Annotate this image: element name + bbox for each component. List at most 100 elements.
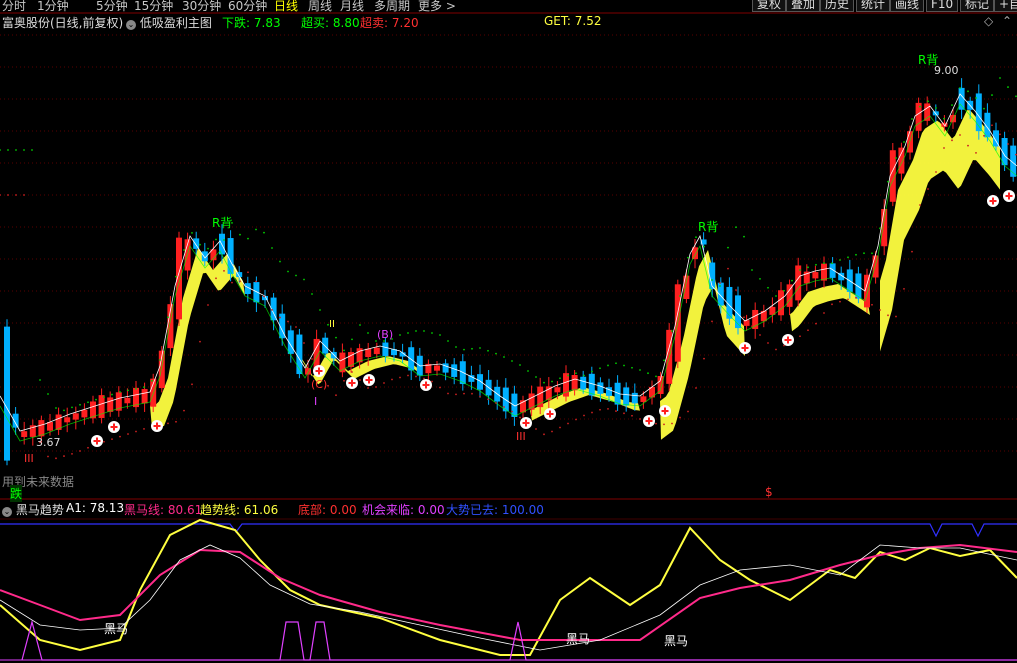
support-dot <box>183 409 185 412</box>
kline-chart[interactable] <box>0 0 1017 663</box>
candle-body <box>786 284 793 307</box>
support-dot <box>983 134 985 137</box>
low-price-label: 3.67 <box>36 436 61 449</box>
indicator-lines <box>0 518 1017 661</box>
resistance-dot <box>711 279 713 281</box>
buy-signal-icon <box>738 341 752 355</box>
support-dot <box>719 282 721 284</box>
candle-body <box>141 389 148 404</box>
candle-body <box>597 382 604 394</box>
candle-body <box>631 392 638 404</box>
support-dot <box>663 423 665 426</box>
resistance-dot <box>415 330 417 332</box>
candle-body <box>580 376 587 390</box>
formula-dropdown[interactable]: ⌄ 低吸盈利主图 <box>126 14 212 32</box>
support-dot <box>839 300 841 303</box>
candle-body <box>683 275 690 300</box>
support-dot <box>431 380 433 383</box>
support-dot <box>167 422 169 425</box>
resistance-dot <box>927 100 929 103</box>
support-dot <box>631 414 633 417</box>
resistance-dot <box>671 330 673 332</box>
buy-signal-icon <box>419 378 433 392</box>
support-dot <box>743 316 745 319</box>
support-dot <box>143 428 145 430</box>
support-dot <box>823 312 825 314</box>
candle-body <box>958 87 965 110</box>
candle-body <box>296 334 303 375</box>
indicator-dropdown[interactable]: ⌄ 黑马趋势 <box>2 501 64 518</box>
candle-body <box>554 387 561 393</box>
resistance-dot <box>559 377 561 380</box>
resistance-dot <box>55 407 57 409</box>
resistance-dot <box>519 364 521 366</box>
resistance-dot <box>895 157 897 159</box>
support-dot <box>287 320 289 323</box>
resistance-dot <box>791 279 793 282</box>
support-dot <box>215 277 217 280</box>
support-dot <box>15 194 17 196</box>
resistance-dot <box>575 372 577 375</box>
settings-caret-icon[interactable]: ⌃ <box>1002 14 1012 32</box>
support-dot <box>703 357 705 360</box>
resistance-dot <box>239 233 241 236</box>
resistance-dot <box>71 406 73 409</box>
support-dot <box>207 304 209 306</box>
support-dot <box>615 410 617 412</box>
trend-line-value: 趋势线: 61.06 <box>200 503 279 517</box>
resistance-dot <box>863 252 865 255</box>
support-dot <box>871 303 873 306</box>
resistance-dot <box>23 149 25 151</box>
price-grid <box>0 12 1017 661</box>
support-dot <box>47 455 49 458</box>
resistance-dot <box>175 275 177 278</box>
support-dot <box>399 376 401 379</box>
support-dot <box>463 392 465 395</box>
support-dot <box>599 408 601 411</box>
support-dot <box>999 133 1001 136</box>
support-dot <box>943 147 945 149</box>
resistance-dot <box>935 107 937 109</box>
resistance-dot <box>799 269 801 271</box>
support-dot <box>447 392 449 395</box>
resistance-dot <box>967 90 969 93</box>
support-dot <box>247 271 249 274</box>
chevron-down-icon: ⌄ <box>126 20 136 30</box>
support-dot <box>767 342 769 344</box>
support-dot <box>127 433 129 435</box>
resistance-dot <box>903 141 905 143</box>
resistance-dot <box>423 330 425 332</box>
resistance-dot <box>319 309 321 311</box>
dollar-marker: $ <box>765 485 773 499</box>
resistance-dot <box>751 269 753 271</box>
candle-body <box>124 397 131 404</box>
support-dot <box>879 309 881 311</box>
resistance-dot <box>655 375 657 378</box>
support-dot <box>455 393 457 396</box>
diamond-icon[interactable]: ◇ <box>984 14 993 32</box>
resistance-dot <box>79 403 81 406</box>
heima-tag-2: 黑马 <box>566 632 591 646</box>
resistance-dot <box>151 379 153 382</box>
support-dot <box>135 430 137 433</box>
support-dot <box>711 320 713 323</box>
resistance-dot <box>271 247 273 249</box>
support-dot <box>623 412 625 415</box>
support-dot <box>335 394 337 397</box>
buy-signal-icon <box>345 376 359 390</box>
support-dot <box>1007 143 1009 145</box>
candle-body <box>64 417 71 423</box>
support-dot <box>367 387 369 389</box>
buy-signal-icon <box>90 434 104 448</box>
resistance-dot <box>335 336 337 339</box>
resistance-dot <box>831 262 833 265</box>
resistance-dot <box>823 262 825 265</box>
support-dot <box>759 334 761 336</box>
stock-title: 富奥股份(日线,前复权) <box>2 16 124 30</box>
candle-body <box>571 375 578 391</box>
resistance-dot <box>95 398 97 401</box>
candle-body <box>12 413 19 428</box>
resistance-dot <box>719 285 721 287</box>
support-dot <box>775 348 777 351</box>
support-dot <box>471 392 473 395</box>
